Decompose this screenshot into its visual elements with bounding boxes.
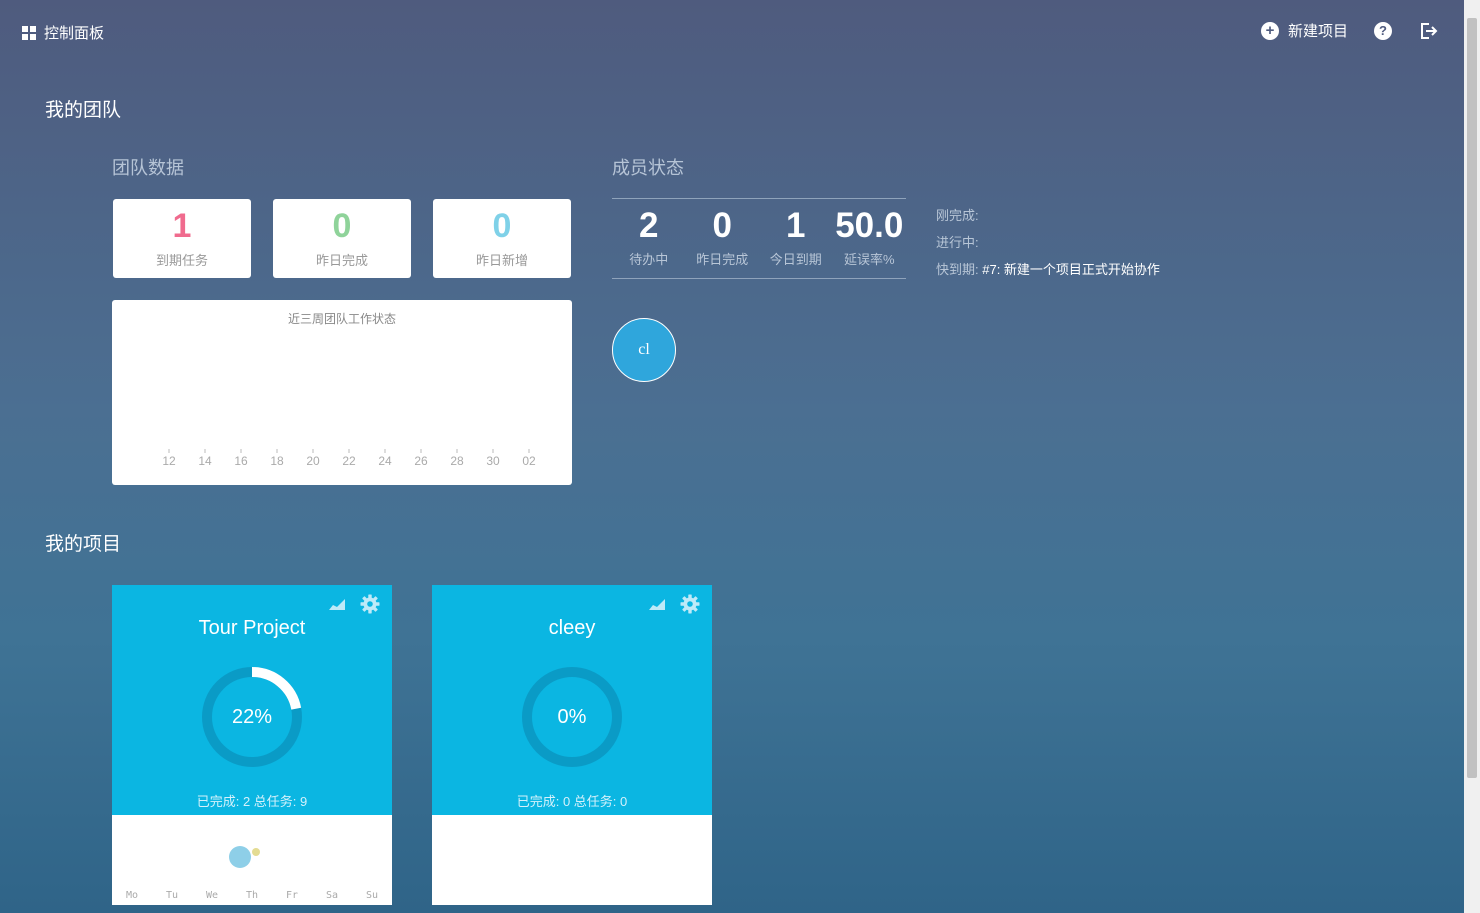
- weekday-label: We: [205, 890, 219, 901]
- project-card-header: cleey 0% 已完成: 0 总任务: 0: [432, 585, 712, 815]
- avatar[interactable]: cl: [612, 318, 676, 382]
- x-tick-label: 16: [234, 454, 248, 468]
- progress-percent: 0%: [557, 705, 587, 728]
- x-tick-label: 30: [486, 454, 500, 468]
- x-tick-label: 26: [414, 454, 428, 468]
- project-summary: 已完成: 2 总任务: 9: [196, 794, 308, 809]
- stat-card-new-yesterday: 0 昨日新增: [433, 199, 571, 278]
- stat-value: 0: [492, 207, 512, 245]
- just-done-label: 刚完成:: [936, 208, 979, 223]
- member-stat-done-yesterday: 0 昨日完成: [686, 199, 760, 278]
- stat-value: 0: [332, 207, 352, 245]
- in-progress-line: 进行中:: [936, 229, 1160, 256]
- x-tick-label: 20: [306, 454, 320, 468]
- team-data-title: 团队数据: [112, 158, 184, 178]
- member-stat-value: 50.0: [835, 206, 904, 245]
- project-card-icons: [648, 594, 700, 614]
- project-card-icons: [328, 594, 380, 614]
- stat-card-due: 1 到期任务: [113, 199, 251, 278]
- stat-label: 昨日新增: [475, 253, 528, 268]
- top-actions: + 新建项目 ?: [1260, 20, 1438, 41]
- activity-bubble: [252, 848, 260, 856]
- member-stat-label: 延误率%: [843, 252, 895, 267]
- area-chart-icon[interactable]: [328, 597, 346, 611]
- weekday-label: Mo: [125, 890, 139, 901]
- plus-circle-icon: +: [1260, 21, 1279, 40]
- team-chart-svg: 12 14 16 18 20 22 24 26 28 30 02: [162, 449, 536, 468]
- member-status-lines: 刚完成: 进行中: 快到期: #7: 新建一个项目正式开始协作: [936, 202, 1160, 283]
- in-progress-label: 进行中:: [936, 235, 979, 250]
- member-stat-value: 2: [639, 206, 659, 245]
- project-card[interactable]: cleey 0% 已完成: 0 总任务: 0: [432, 585, 712, 905]
- area-chart-icon[interactable]: [648, 597, 666, 611]
- due-soon-task-link[interactable]: #7: 新建一个项目正式开始协作: [982, 262, 1160, 277]
- project-activity: Mo Tu We Th Fr Sa Su: [112, 815, 392, 905]
- due-soon-label: 快到期:: [936, 262, 979, 277]
- weekday-label: Th: [245, 890, 259, 901]
- member-stat-label: 今日到期: [769, 252, 822, 267]
- stat-card-done-yesterday: 0 昨日完成: [273, 199, 411, 278]
- top-bar: 控制面板 + 新建项目 ?: [0, 0, 1464, 64]
- stat-value: 1: [172, 207, 192, 245]
- project-card[interactable]: Tour Project 22% 已完成: 2 总任务: 9 Mo Tu We …: [112, 585, 392, 905]
- project-activity: [432, 815, 712, 905]
- team-section-title: 我的团队: [45, 100, 122, 121]
- member-stat-value: 0: [712, 206, 732, 245]
- member-stat-todo: 2 待办中: [612, 199, 686, 278]
- project-card-header: Tour Project 22% 已完成: 2 总任务: 9: [112, 585, 392, 815]
- due-soon-line: 快到期: #7: 新建一个项目正式开始协作: [936, 256, 1160, 283]
- member-stat-label: 待办中: [629, 252, 669, 267]
- logout-icon[interactable]: [1418, 21, 1438, 41]
- weekday-label: Tu: [165, 890, 179, 901]
- member-stat-value: 1: [786, 206, 806, 245]
- x-tick-label: 24: [378, 454, 392, 468]
- x-tick-label: 18: [270, 454, 284, 468]
- dashboard-link[interactable]: 控制面板: [22, 22, 104, 43]
- gear-icon[interactable]: [360, 594, 380, 614]
- progress-percent: 22%: [231, 705, 273, 728]
- projects-section-title: 我的项目: [45, 534, 122, 555]
- weekday-label: Sa: [325, 890, 339, 901]
- x-tick-label: 28: [450, 454, 464, 468]
- scrollbar[interactable]: [1464, 0, 1480, 913]
- x-tick-label: 12: [162, 454, 176, 468]
- project-summary: 已完成: 0 总任务: 0: [516, 794, 628, 809]
- activity-bubble: [229, 846, 251, 868]
- project-name[interactable]: cleey: [432, 617, 712, 640]
- dashboard-title: 控制面板: [44, 25, 105, 42]
- member-stat-label: 昨日完成: [696, 252, 749, 267]
- scrollbar-thumb[interactable]: [1467, 18, 1477, 778]
- member-status-title: 成员状态: [612, 158, 684, 178]
- grid-icon: [22, 25, 36, 40]
- weekday-labels: Mo Tu We Th Fr Sa Su: [112, 890, 392, 901]
- x-tick-label: 14: [198, 454, 212, 468]
- stat-label: 昨日完成: [315, 253, 368, 268]
- gear-icon[interactable]: [680, 594, 700, 614]
- stat-label: 到期任务: [155, 253, 208, 268]
- x-tick-label: 02: [522, 454, 536, 468]
- weekday-label: Fr: [285, 890, 299, 901]
- weekday-label: Su: [365, 890, 379, 901]
- member-stats: 2 待办中 0 昨日完成 1 今日到期 50.0 延误率%: [612, 198, 906, 279]
- team-work-chart: 近三周团队工作状态 12 14 16 18 20 22 24 26 28 30 02: [112, 300, 572, 485]
- new-project-button[interactable]: + 新建项目: [1260, 20, 1348, 41]
- project-name[interactable]: Tour Project: [112, 617, 392, 640]
- member-stat-delay-rate: 50.0 延误率%: [833, 199, 907, 278]
- x-tick-label: 22: [342, 454, 356, 468]
- member-stat-due-today: 1 今日到期: [759, 199, 833, 278]
- just-done-line: 刚完成:: [936, 202, 1160, 229]
- question-circle-icon[interactable]: ?: [1374, 21, 1392, 40]
- new-project-label: 新建项目: [1287, 23, 1348, 40]
